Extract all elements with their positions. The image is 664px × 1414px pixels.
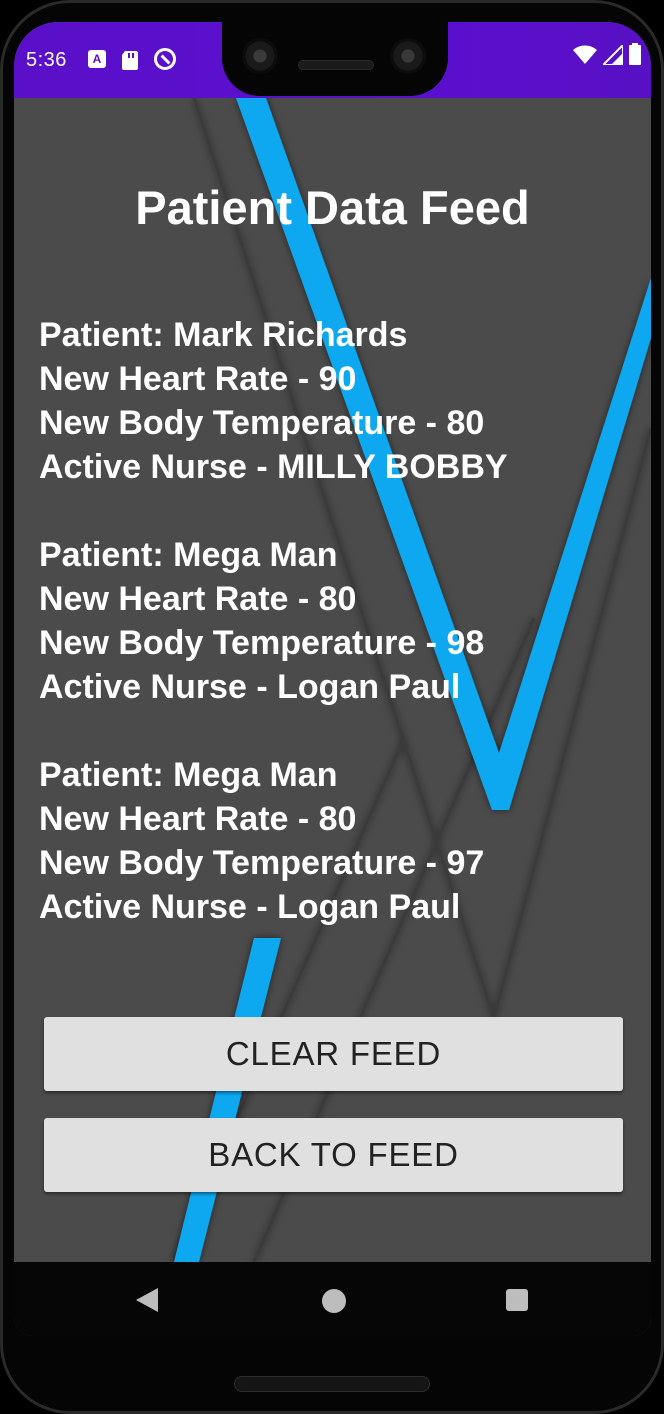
- status-icons-right: [573, 42, 641, 70]
- heart-rate: New Heart Rate - 80: [39, 580, 357, 618]
- status-time: 5:36: [26, 49, 67, 71]
- dnd-icon: [154, 48, 176, 70]
- front-camera-icon: [242, 38, 278, 74]
- active-nurse: Active Nurse - MILLY BOBBY: [39, 448, 508, 486]
- camera-notch: [222, 22, 448, 96]
- battery-icon: [629, 43, 641, 70]
- back-to-feed-button[interactable]: BACK TO FEED: [44, 1118, 623, 1192]
- active-nurse: Active Nurse - Logan Paul: [39, 888, 461, 926]
- patient-name: Patient: Mega Man: [39, 536, 338, 574]
- bottom-speaker: [234, 1376, 430, 1392]
- heart-rate: New Heart Rate - 90: [39, 360, 357, 398]
- clear-feed-button[interactable]: CLEAR FEED: [44, 1017, 623, 1091]
- nav-recent-icon[interactable]: [506, 1289, 528, 1311]
- feed-entry: Patient: Mega Man New Heart Rate - 80 Ne…: [39, 533, 639, 709]
- patient-name: Patient: Mark Richards: [39, 316, 408, 354]
- active-nurse: Active Nurse - Logan Paul: [39, 668, 461, 706]
- app-content: Patient Data Feed Patient: Mark Richards…: [14, 98, 651, 1262]
- earpiece-speaker: [298, 60, 374, 70]
- feed-entry: Patient: Mega Man New Heart Rate - 80 Ne…: [39, 753, 639, 929]
- signal-icon: [600, 42, 624, 70]
- nav-back-icon[interactable]: [136, 1288, 158, 1312]
- front-sensor-icon: [390, 38, 426, 74]
- wifi-icon: [573, 45, 597, 70]
- body-temperature: New Body Temperature - 80: [39, 404, 485, 442]
- phone-frame: 5:36 A Patient Data Feed Patient: Mark R…: [0, 0, 664, 1414]
- android-a-icon: A: [88, 50, 106, 68]
- feed-entry: Patient: Mark Richards New Heart Rate - …: [39, 313, 639, 489]
- body-temperature: New Body Temperature - 98: [39, 624, 485, 662]
- patient-feed: Patient: Mark Richards New Heart Rate - …: [39, 313, 639, 973]
- heart-rate: New Heart Rate - 80: [39, 800, 357, 838]
- nav-home-icon[interactable]: [322, 1289, 346, 1313]
- navigation-bar: [14, 1262, 651, 1336]
- patient-name: Patient: Mega Man: [39, 756, 338, 794]
- sd-card-icon: [121, 50, 139, 70]
- page-title: Patient Data Feed: [135, 181, 530, 234]
- screen: 5:36 A Patient Data Feed Patient: Mark R…: [14, 22, 651, 1336]
- body-temperature: New Body Temperature - 97: [39, 844, 485, 882]
